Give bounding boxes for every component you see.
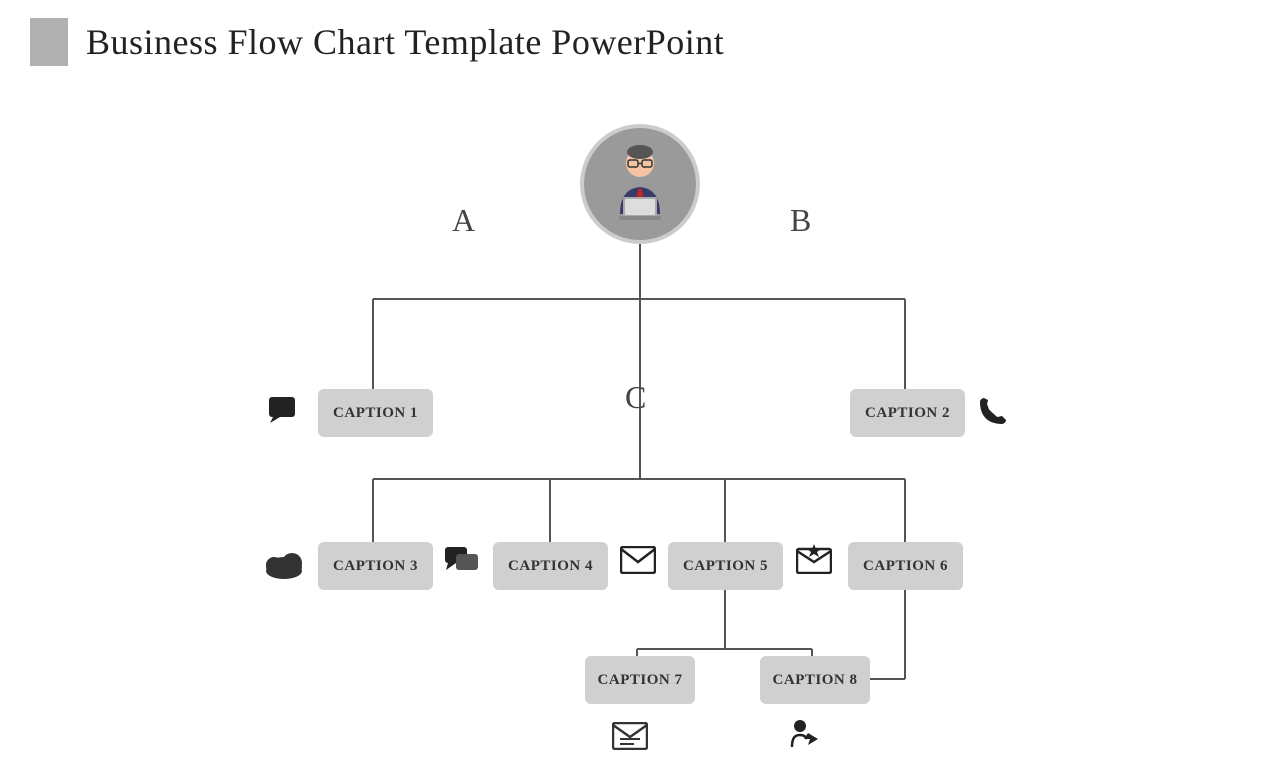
header: Business Flow Chart Template PowerPoint [0,0,1280,84]
phone-icon [978,396,1008,434]
caption-1-box: CAPTION 1 [318,389,433,437]
caption-8-box: CAPTION 8 [760,656,870,704]
caption-6-text: CAPTION 6 [863,558,948,575]
email-letter-icon [612,722,648,758]
chart-area: A B C CAPTION 1 CAPTION 2 CAPTION 3 CAPT… [0,84,1280,734]
caption-7-box: CAPTION 7 [585,656,695,704]
caption-6-box: CAPTION 6 [848,542,963,590]
person-arrow-icon [790,719,826,759]
caption-4-text: CAPTION 4 [508,558,593,575]
caption-1-text: CAPTION 1 [333,405,418,422]
label-a: A [452,202,475,239]
avatar [580,124,700,244]
caption-4-box: CAPTION 4 [493,542,608,590]
cloud-icon [264,549,304,587]
page-title: Business Flow Chart Template PowerPoint [86,21,724,63]
envelope-icon [620,546,656,582]
caption-5-text: CAPTION 5 [683,558,768,575]
caption-8-text: CAPTION 8 [773,672,858,689]
label-b: B [790,202,811,239]
caption-5-box: CAPTION 5 [668,542,783,590]
caption-7-text: CAPTION 7 [598,672,683,689]
caption-2-box: CAPTION 2 [850,389,965,437]
person-icon [595,139,685,229]
header-accent [30,18,68,66]
chat-icon [268,396,300,432]
speech-bubbles-icon [444,546,480,584]
label-c: C [625,379,646,416]
caption-2-text: CAPTION 2 [865,405,950,422]
caption-3-text: CAPTION 3 [333,558,418,575]
envelope-star-icon [796,544,832,582]
caption-3-box: CAPTION 3 [318,542,433,590]
